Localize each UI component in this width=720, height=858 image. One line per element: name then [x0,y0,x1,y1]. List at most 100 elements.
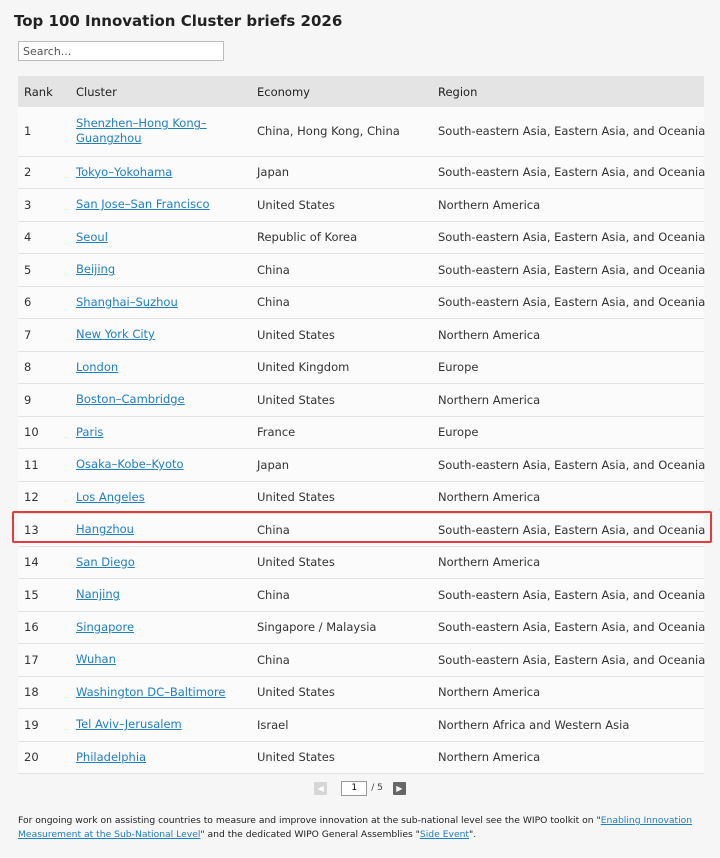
economy-cell: United States [257,685,335,700]
economy-cell: United Kingdom [257,360,350,375]
header-economy[interactable]: Economy [251,76,432,107]
economy-cell: France [257,425,296,440]
cluster-link[interactable]: Osaka–Kobe–Kyoto [76,457,184,472]
table-row: 6 Shanghai–Suzhou China South-eastern As… [18,286,705,319]
economy-cell: China [257,652,290,667]
economy-cell: United States [257,750,335,765]
cluster-cell: Tokyo–Yokohama [70,156,251,189]
region-cell: Northern America [438,750,541,765]
cluster-cell: Wuhan [70,644,251,677]
cluster-cell: Hangzhou [70,514,251,547]
cluster-cell: Seoul [70,221,251,254]
rank-cell: 8 [24,360,32,375]
region-cell: Europe [438,360,479,375]
search-input[interactable] [18,41,224,61]
economy-cell: China, Hong Kong, China [257,124,400,139]
table-row: 10 Paris France Europe [18,416,704,449]
economy-cell: China [257,587,290,602]
cluster-link[interactable]: Philadelphia [76,750,146,765]
rank-cell: 7 [24,327,32,342]
cluster-link[interactable]: Los Angeles [76,490,145,505]
header-rank[interactable]: Rank [18,76,70,107]
table-row: 3 San Jose–San Francisco United States N… [18,188,704,221]
cluster-link[interactable]: London [76,360,118,375]
page-total: / 5 [371,783,383,793]
cluster-cell: Beijing [70,254,251,287]
cluster-link[interactable]: Seoul [76,230,108,245]
rank-cell: 17 [24,652,39,667]
cluster-link[interactable]: San Jose–San Francisco [76,197,210,212]
economy-cell: Japan [257,457,290,472]
cluster-cell: Washington DC–Baltimore [70,676,251,709]
table-row: 4 Seoul Republic of Korea South-eastern … [18,221,706,254]
cluster-cell: Paris [70,416,251,449]
cluster-cell: Tel Aviv–Jerusalem [70,709,251,742]
footer-text: For ongoing work on assisting countries … [18,815,601,826]
rank-cell: 3 [24,197,32,212]
region-cell: Europe [438,425,479,440]
region-cell: Northern America [438,685,541,700]
cluster-cell: Nanjing [70,579,251,612]
cluster-link[interactable]: Tel Aviv–Jerusalem [76,717,182,732]
economy-cell: Israel [257,717,289,732]
rank-cell: 18 [24,685,39,700]
chevron-right-icon[interactable]: ▶ [392,781,406,795]
economy-cell: United States [257,555,335,570]
region-cell: Northern America [438,392,541,407]
rank-cell: 9 [24,392,32,407]
footer-text: ". [469,828,477,840]
region-cell: South-eastern Asia, Eastern Asia, and Oc… [438,262,706,277]
region-cell: Northern Africa and Western Asia [438,717,630,732]
table-row: 17 Wuhan China South-eastern Asia, Easte… [18,643,706,677]
rank-cell: 1 [24,124,32,139]
table-row: 12 Los Angeles United States Northern Am… [18,481,704,514]
cluster-link[interactable]: Shanghai–Suzhou [76,295,178,310]
cluster-link[interactable]: New York City [76,327,155,342]
cluster-link[interactable]: Wuhan [76,652,116,667]
cluster-link[interactable]: Boston–Cambridge [76,392,185,407]
table-row: 16 Singapore Singapore / Malaysia South-… [18,611,706,644]
region-cell: South-eastern Asia, Eastern Asia, and Oc… [438,587,706,602]
cluster-link[interactable]: Singapore [76,620,134,635]
table-row: 14 San Diego United States Northern Amer… [18,546,704,579]
economy-cell: United States [257,490,335,505]
region-cell: Northern America [438,490,541,505]
cluster-link[interactable]: Washington DC–Baltimore [76,685,226,700]
table-header-row: Rank Cluster Economy Region [18,76,704,107]
region-cell: South-eastern Asia, Eastern Asia, and Oc… [438,230,706,245]
header-cluster[interactable]: Cluster [70,76,251,107]
rank-cell: 2 [24,165,32,180]
cluster-link[interactable]: Beijing [76,262,115,277]
pagination: ◀ / 5 ▶ [0,779,720,797]
rank-cell: 11 [24,457,39,472]
cluster-link[interactable]: Tokyo–Yokohama [76,165,172,180]
footer-note: For ongoing work on assisting countries … [18,814,708,841]
region-cell: Northern America [438,197,541,212]
cluster-link[interactable]: Hangzhou [76,522,134,537]
table-row: 13 Hangzhou China South-eastern Asia, Ea… [18,513,705,547]
table-row: 8 London United Kingdom Europe [18,351,704,384]
rank-cell: 20 [24,750,39,765]
table-row: 18 Washington DC–Baltimore United States… [18,676,704,709]
rank-cell: 6 [24,295,32,310]
table-row: 15 Nanjing China South-eastern Asia, Eas… [18,578,706,612]
region-cell: Northern America [438,555,541,570]
cluster-link[interactable]: Shenzhen–Hong Kong–Guangzhou [76,116,251,146]
cluster-link[interactable]: San Diego [76,555,135,570]
region-cell: Northern America [438,327,541,342]
cluster-link[interactable]: Paris [76,425,103,440]
header-region[interactable]: Region [432,76,704,107]
table-row: 2 Tokyo–Yokohama Japan South-eastern Asi… [18,156,705,189]
region-cell: South-eastern Asia, Eastern Asia, and Oc… [438,652,706,667]
rank-cell: 16 [24,620,39,635]
region-cell: South-eastern Asia, Eastern Asia, and Oc… [438,620,706,635]
page-number-input[interactable] [341,780,368,796]
chevron-left-icon[interactable]: ◀ [314,781,328,795]
table-row: 20 Philadelphia United States Northern A… [18,741,704,774]
economy-cell: Singapore / Malaysia [257,620,377,635]
cluster-cell: Boston–Cambridge [70,384,251,417]
table-row: 1 Shenzhen–Hong Kong–Guangzhou China, Ho… [18,107,705,156]
economy-cell: United States [257,197,335,212]
cluster-link[interactable]: Nanjing [76,587,120,602]
side-event-link[interactable]: Side Event [420,829,469,840]
